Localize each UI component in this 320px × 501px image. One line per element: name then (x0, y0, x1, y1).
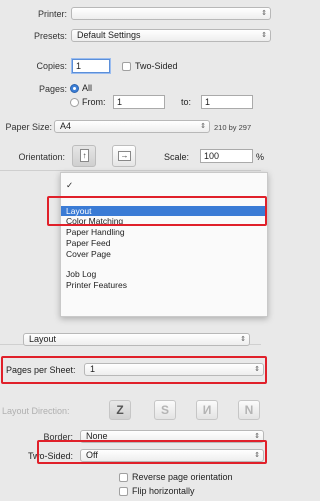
chevron-updown-icon: ⇕ (261, 10, 267, 17)
two-sided-checkbox[interactable] (122, 62, 131, 71)
orientation-label: Orientation: (18, 152, 65, 162)
layout-highlight-box (47, 196, 267, 226)
presets-value: Default Settings (77, 30, 141, 40)
layout-direction-label: Layout Direction: (2, 406, 70, 416)
scale-label: Scale: (164, 152, 190, 162)
portrait-orientation-icon: ↑ (80, 149, 89, 162)
section-select-value: Layout (29, 334, 57, 344)
printer-select[interactable]: ⇕ (71, 7, 271, 20)
section-popup-menu: ✓ Layout Color Matching Paper Handling P… (60, 172, 268, 317)
pages-from-input[interactable]: 1 (113, 95, 165, 109)
section-select[interactable]: Layout ⇕ (23, 333, 250, 346)
copies-input[interactable]: 1 (72, 59, 110, 73)
menu-item-printer-features[interactable]: Printer Features (66, 280, 127, 290)
reverse-orientation-label: Reverse page orientation (132, 472, 233, 482)
landscape-orientation-button[interactable]: → (112, 145, 136, 167)
pages-all-label: All (82, 83, 93, 93)
layout-direction-reverse-n-button[interactable]: И (196, 400, 218, 420)
presets-select[interactable]: Default Settings ⇕ (71, 29, 271, 42)
menu-checkmark: ✓ (66, 180, 74, 190)
pages-from-label: From: (82, 97, 106, 107)
paper-size-dims: 210 by 297 (214, 123, 252, 132)
paper-size-select[interactable]: A4 ⇕ (54, 120, 210, 133)
landscape-orientation-icon: → (118, 151, 131, 161)
two-sided-highlight-box (37, 440, 267, 464)
paper-size-label: Paper Size: (5, 122, 52, 132)
pages-from-radio[interactable] (70, 98, 79, 107)
pages-to-label: to: (181, 97, 192, 107)
pages-all-radio[interactable] (70, 84, 79, 93)
printer-label: Printer: (37, 9, 67, 19)
menu-item-paper-handling[interactable]: Paper Handling (66, 227, 125, 237)
flip-horizontally-checkbox[interactable] (119, 487, 128, 496)
portrait-orientation-button[interactable]: ↑ (72, 145, 96, 167)
menu-item-job-log[interactable]: Job Log (66, 269, 96, 279)
chevron-updown-icon: ⇕ (240, 336, 246, 343)
layout-direction-n-button[interactable]: N (238, 400, 260, 420)
scale-unit: % (256, 152, 265, 162)
presets-label: Presets: (33, 31, 67, 41)
pages-per-sheet-highlight-box (1, 356, 267, 384)
scale-input[interactable]: 100 (200, 149, 253, 163)
flip-horizontally-label: Flip horizontally (132, 486, 195, 496)
pages-to-input[interactable]: 1 (201, 95, 253, 109)
chevron-updown-icon: ⇕ (200, 123, 206, 130)
menu-item-cover-page[interactable]: Cover Page (66, 249, 111, 259)
layout-direction-s-button[interactable]: S (154, 400, 176, 420)
layout-direction-z-button[interactable]: Z (109, 400, 131, 420)
reverse-orientation-checkbox[interactable] (119, 473, 128, 482)
pages-label: Pages: (38, 84, 67, 94)
copies-label: Copies: (36, 61, 67, 71)
two-sided-checkbox-label: Two-Sided (135, 61, 178, 71)
preview-divider (0, 170, 261, 171)
menu-item-paper-feed[interactable]: Paper Feed (66, 238, 110, 248)
chevron-updown-icon: ⇕ (261, 32, 267, 39)
paper-size-value: A4 (60, 121, 72, 131)
